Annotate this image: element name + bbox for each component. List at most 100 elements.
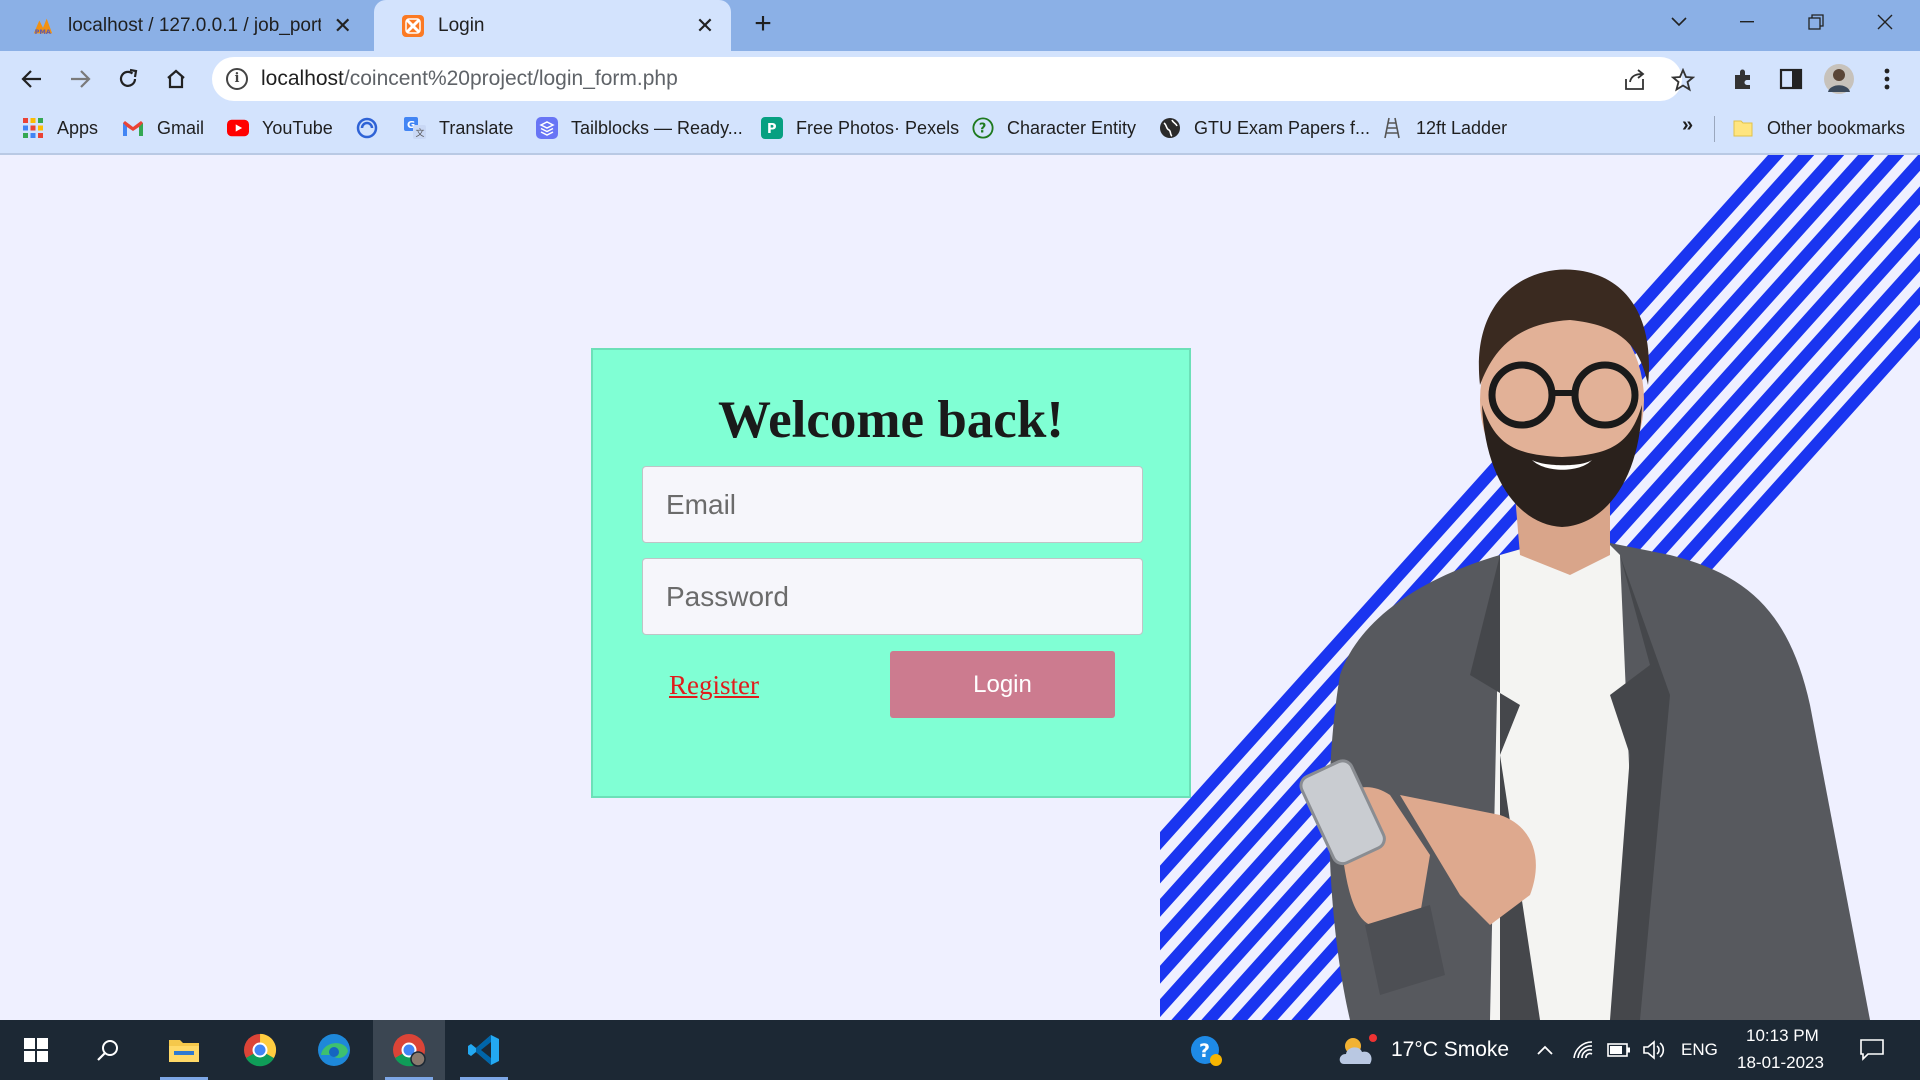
chrome-icon xyxy=(244,1033,277,1067)
page-title: Welcome back! xyxy=(718,391,1064,449)
login-card: Welcome back! Register Login xyxy=(591,348,1191,798)
folder-icon xyxy=(169,1040,199,1062)
youtube-icon xyxy=(227,117,249,139)
svg-text:?: ? xyxy=(1199,1040,1210,1062)
chrome-taskbar-button[interactable] xyxy=(224,1020,296,1080)
vscode-icon xyxy=(468,1035,499,1065)
volume-icon[interactable] xyxy=(1637,1020,1671,1080)
bookmark-label: Character Entity xyxy=(1007,117,1137,138)
notification-icon xyxy=(1860,1039,1884,1061)
menu-kebab-icon[interactable] xyxy=(1872,64,1902,94)
back-button[interactable] xyxy=(16,63,48,95)
url-text[interactable]: localhost/coincent%20project/login_form.… xyxy=(261,67,678,91)
bookmark-label: Free Photos· Pexels xyxy=(796,117,960,138)
apps-grid-icon xyxy=(22,117,44,139)
phpmyadmin-icon: PMA xyxy=(32,15,54,37)
login-button[interactable]: Login xyxy=(890,651,1115,718)
svg-text:文: 文 xyxy=(416,127,425,139)
businessman-illustration xyxy=(1299,269,1870,1020)
clock-date[interactable]: 18-01-2023 xyxy=(1737,1053,1824,1073)
bookmark-label: 12ft Ladder xyxy=(1416,117,1508,138)
bookmark-label: GTU Exam Papers f... xyxy=(1194,117,1371,138)
register-link[interactable]: Register xyxy=(669,670,759,701)
bookmark-youtube[interactable]: YouTube xyxy=(227,114,333,142)
edge-taskbar-button[interactable] xyxy=(298,1020,370,1080)
tab-search-icon[interactable] xyxy=(1654,0,1704,44)
other-bookmarks[interactable]: Other bookmarks xyxy=(1732,114,1905,142)
bookmark-gmail[interactable]: Gmail xyxy=(122,114,204,142)
help-icon: ? xyxy=(1191,1036,1222,1066)
bookmark-label: Tailblocks — Ready... xyxy=(571,117,743,138)
tab-title: localhost / 127.0.0.1 / job_portal xyxy=(68,14,322,36)
bookmark-tailblocks[interactable]: Tailblocks — Ready... xyxy=(536,114,743,142)
windows-taskbar: ? 17°C Smoke ENG 10:13 PM 18-01-2023 xyxy=(0,1020,1920,1080)
bookmarks-bar: Apps Gmail YouTube G文 Translate Tailbloc… xyxy=(0,108,1920,148)
weather-text[interactable]: 17°C Smoke xyxy=(1391,1038,1509,1062)
tab-phpmyadmin[interactable]: PMA localhost / 127.0.0.1 / job_portal ✕ xyxy=(4,0,368,51)
tab-title: Login xyxy=(438,14,485,36)
more-bookmarks-chevron-icon[interactable]: » xyxy=(1682,114,1693,137)
ladder-icon xyxy=(1381,117,1403,139)
file-explorer-button[interactable] xyxy=(148,1020,220,1080)
pexels-icon: P xyxy=(761,117,783,139)
site-info-icon[interactable]: i xyxy=(226,68,248,90)
password-input[interactable] xyxy=(642,558,1143,635)
search-button[interactable] xyxy=(72,1020,144,1080)
bookmark-apps[interactable]: Apps xyxy=(22,114,98,142)
edge-icon xyxy=(318,1034,350,1066)
tab-login[interactable]: Login ✕ xyxy=(374,0,731,51)
close-tab-icon[interactable]: ✕ xyxy=(693,13,717,38)
browser-toolbar: i localhost/coincent%20project/login_for… xyxy=(0,51,1920,155)
bookmark-12ft-ladder[interactable]: 12ft Ladder xyxy=(1381,114,1507,142)
page-viewport: Welcome back! Register Login xyxy=(0,155,1920,1020)
profile-avatar[interactable] xyxy=(1824,64,1854,94)
wifi-icon[interactable] xyxy=(1566,1020,1600,1080)
translate-icon: G文 xyxy=(404,117,426,139)
reload-button[interactable] xyxy=(112,63,144,95)
svg-text:PMA: PMA xyxy=(35,28,51,36)
search-icon xyxy=(97,1040,118,1061)
help-button[interactable]: ? xyxy=(1170,1020,1242,1080)
bookmark-gtu-exam-papers[interactable]: GTU Exam Papers f... xyxy=(1159,114,1370,142)
vscode-taskbar-button[interactable] xyxy=(448,1020,520,1080)
share-icon[interactable] xyxy=(1622,67,1648,93)
bookmark-pexels[interactable]: P Free Photos· Pexels xyxy=(761,114,959,142)
minimize-button[interactable] xyxy=(1722,0,1772,44)
svg-text:?: ? xyxy=(979,122,986,137)
extensions-icon[interactable] xyxy=(1728,64,1758,94)
forward-button[interactable] xyxy=(64,63,96,95)
address-bar[interactable]: i localhost/coincent%20project/login_for… xyxy=(212,57,1695,101)
circle-logo-icon xyxy=(356,117,378,139)
bookmark-character-entity[interactable]: ? Character Entity xyxy=(972,114,1136,142)
bookmark-label: Other bookmarks xyxy=(1767,117,1906,138)
clock-time[interactable]: 10:13 PM xyxy=(1746,1026,1819,1046)
battery-icon[interactable] xyxy=(1602,1020,1636,1080)
bookmark-label: Apps xyxy=(57,117,99,138)
notifications-button[interactable] xyxy=(1846,1020,1898,1080)
close-window-button[interactable] xyxy=(1860,0,1910,44)
windows-logo-icon xyxy=(24,1038,48,1062)
show-hidden-icons-chevron-icon[interactable] xyxy=(1528,1020,1562,1080)
email-input[interactable] xyxy=(642,466,1143,543)
chrome-profile-taskbar-button[interactable] xyxy=(373,1020,445,1080)
chrome-profile-icon xyxy=(393,1034,426,1067)
input-language[interactable]: ENG xyxy=(1681,1040,1718,1060)
bookmark-star-icon[interactable] xyxy=(1670,67,1696,93)
tab-strip: PMA localhost / 127.0.0.1 / job_portal ✕… xyxy=(0,0,1920,51)
bookmarks-separator xyxy=(1714,116,1715,142)
bookmark-label: Translate xyxy=(439,117,514,138)
svg-text:P: P xyxy=(767,122,777,137)
new-tab-button[interactable]: + xyxy=(748,9,778,40)
globe-icon xyxy=(1159,117,1181,139)
folder-icon xyxy=(1732,117,1754,139)
home-button[interactable] xyxy=(160,63,192,95)
tailblocks-icon xyxy=(536,117,558,139)
side-panel-icon[interactable] xyxy=(1776,64,1806,94)
weather-cloud-icon xyxy=(1339,1034,1377,1064)
restore-button[interactable] xyxy=(1791,0,1841,44)
start-button[interactable] xyxy=(0,1020,72,1080)
bookmark-unnamed[interactable] xyxy=(356,114,391,142)
bookmark-translate[interactable]: G文 Translate xyxy=(404,114,513,142)
close-tab-icon[interactable]: ✕ xyxy=(331,13,354,38)
weather-button[interactable] xyxy=(1334,1020,1382,1080)
